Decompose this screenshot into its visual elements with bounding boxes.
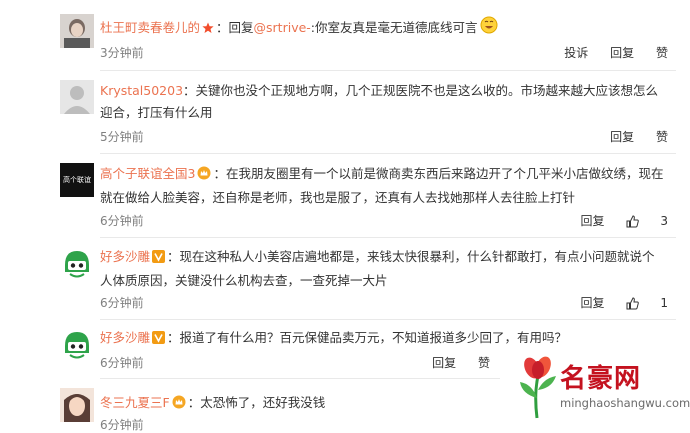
avatar[interactable]: [60, 388, 94, 422]
crown-badge-icon: [172, 394, 186, 416]
comment-body: ：现在这种私人小美容店遍地都是，来钱太快很暴利，什么针都敢打，有点小问题就说个人…: [100, 249, 655, 288]
timestamp: 6分钟前: [100, 356, 144, 370]
avatar[interactable]: [60, 14, 94, 48]
mention-link[interactable]: @srtrive-: [254, 20, 311, 35]
comment-text: 杜王町卖春卷儿的 ：回复@srtrive-:你室友真是毫无道德底线可言: [100, 16, 666, 41]
avatar-text: 高个联谊: [63, 176, 91, 184]
timestamp: 6分钟前: [100, 214, 144, 228]
reply-button[interactable]: 回复: [581, 294, 605, 311]
comment-text: 高个子联谊全国3 ：在我朋友圈里有一个以前是微商卖东西后来路边开了个几平米小店做纹…: [100, 163, 666, 209]
flower-logo-icon: [520, 356, 556, 419]
divider: [100, 378, 500, 379]
reply-button[interactable]: 回复: [432, 354, 456, 371]
reply-button[interactable]: 回复: [610, 44, 634, 61]
timestamp: 5分钟前: [100, 130, 144, 144]
avatar[interactable]: 高个联谊: [60, 163, 94, 197]
like-button[interactable]: 赞: [656, 44, 668, 61]
like-count: 3: [660, 214, 668, 228]
username-link[interactable]: Krystal50203: [100, 83, 183, 98]
timestamp: 6分钟前: [100, 296, 144, 310]
comment-text: 好多沙雕 ：现在这种私人小美容店遍地都是，来钱太快很暴利，什么针都敢打，有点小问题…: [100, 246, 666, 292]
crown-badge-icon: [197, 165, 211, 187]
avatar[interactable]: [60, 327, 94, 361]
username-link[interactable]: 好多沙雕: [100, 249, 150, 264]
site-watermark: 名豪网 minghaoshangwu.com: [512, 352, 690, 422]
timestamp: 3分钟前: [100, 46, 144, 60]
divider: [100, 237, 676, 238]
avatar[interactable]: [60, 246, 94, 280]
watermark-title: 名豪网: [560, 364, 642, 394]
username-link[interactable]: 高个子联谊全国3: [100, 166, 195, 181]
comment-text: 好多沙雕 ：报道了有什么用？百元保健品卖万元，不知道报道多少回了，有用吗？: [100, 327, 666, 351]
vip-badge-icon: [152, 248, 166, 270]
like-count: 1: [660, 296, 668, 310]
grin-emoji-icon: [480, 16, 498, 41]
vip-badge-icon: [152, 329, 166, 351]
comment-body: ：关键你也没个正规地方啊，几个正规医院不也是这么收的。市场越来越大应该想怎么迎合…: [100, 83, 659, 120]
report-button[interactable]: 投诉: [564, 44, 588, 61]
divider: [100, 70, 676, 71]
comment-body: :你室友真是毫无道德底线可言: [310, 20, 478, 35]
reply-button[interactable]: 回复: [581, 212, 605, 229]
timestamp: 6分钟前: [100, 418, 144, 432]
thumbs-up-icon: [626, 215, 640, 231]
username-link[interactable]: 冬三九夏三F: [100, 395, 170, 410]
like-button[interactable]: 赞: [478, 354, 490, 371]
comment-text: Krystal50203：关键你也没个正规地方啊，几个正规医院不也是这么收的。市…: [100, 80, 666, 124]
like-button[interactable]: 3: [626, 214, 668, 231]
username-link[interactable]: 杜王町卖春卷儿的: [100, 20, 200, 35]
comment-body: ：报道了有什么用？百元保健品卖万元，不知道报道多少回了，有用吗？: [167, 330, 568, 345]
star-badge-icon: [202, 19, 214, 41]
like-button[interactable]: 1: [626, 296, 668, 313]
like-button[interactable]: 赞: [656, 128, 668, 145]
comment-actions: 回复 赞: [432, 354, 490, 371]
divider: [100, 319, 676, 320]
divider: [100, 153, 676, 154]
comment-body: ：太恐怖了，还好我没钱: [187, 395, 326, 410]
reply-button[interactable]: 回复: [610, 128, 634, 145]
comment-actions: 回复 3: [581, 212, 668, 231]
watermark-url: minghaoshangwu.com: [560, 396, 690, 410]
comment-actions: 回复 赞: [610, 128, 668, 145]
username-link[interactable]: 好多沙雕: [100, 330, 150, 345]
avatar[interactable]: [60, 80, 94, 114]
comment-actions: 回复 1: [581, 294, 668, 313]
reply-prefix: ：回复: [216, 20, 254, 35]
thumbs-up-icon: [626, 297, 640, 313]
comment-actions: 投诉 回复 赞: [564, 44, 668, 61]
